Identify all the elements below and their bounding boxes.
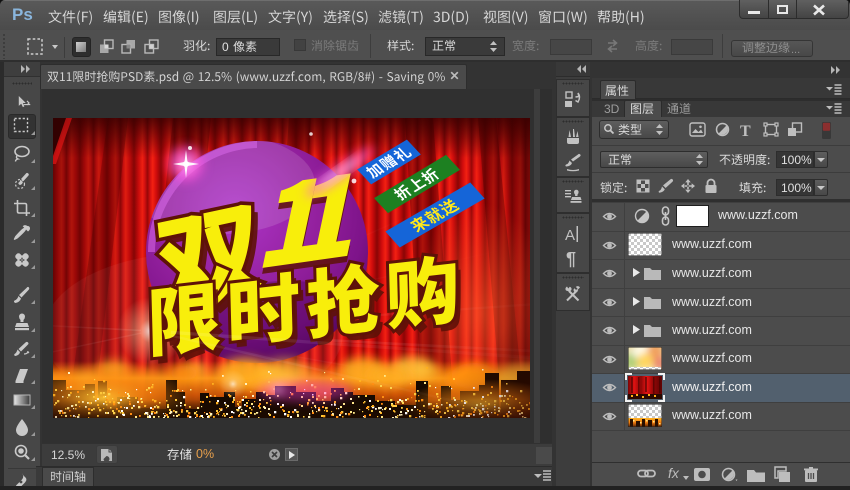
svg-text:T: T xyxy=(740,123,751,140)
svg-text:¶: ¶ xyxy=(566,249,576,269)
svg-text:A: A xyxy=(565,227,575,244)
